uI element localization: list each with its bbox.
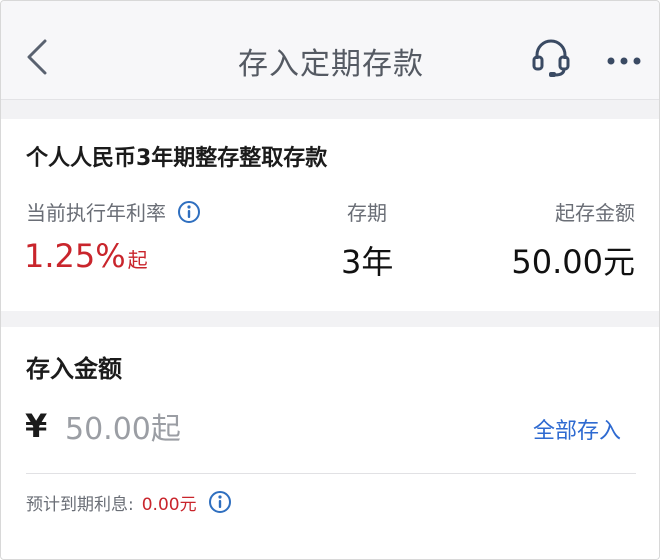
interest-label: 预计到期利息:: [26, 494, 134, 515]
deposit-card: 存入金额 ¥ 全部存入 预计到期利息: 0.00元: [1, 327, 659, 559]
amount-input[interactable]: [65, 407, 465, 451]
rate-value: 1.25% 起: [24, 237, 148, 275]
nav-header: 存入定期存款: [1, 1, 659, 100]
info-icon[interactable]: [207, 489, 233, 515]
divider: [26, 473, 636, 474]
term-value: 3年: [341, 243, 394, 281]
deposit-all-button[interactable]: 全部存入: [533, 413, 621, 445]
currency-symbol: ¥: [25, 407, 48, 445]
deposit-title: 存入金额: [26, 355, 122, 383]
term-label: 存期: [347, 201, 387, 225]
product-card: 个人人民币3年期整存整取存款 当前执行年利率 存期 起存金额 1.25% 起 3…: [1, 119, 659, 311]
min-amount-value: 50.00元: [511, 243, 635, 281]
min-amount-label: 起存金额: [555, 201, 635, 225]
rate-number: 1.25%: [24, 237, 126, 275]
interest-row: 预计到期利息: 0.00元: [26, 489, 233, 515]
rate-suffix: 起: [127, 248, 148, 272]
app-screen: 存入定期存款 个人人民币3年期整存整取存款 当前执行年利率 存期 起存金额 1.…: [0, 0, 660, 560]
more-button[interactable]: [601, 43, 647, 77]
headset-icon: [531, 37, 571, 83]
customer-service-button[interactable]: [528, 37, 574, 83]
interest-value: 0.00元: [141, 494, 197, 515]
more-dots-icon: [606, 51, 642, 70]
rate-label-row: 当前执行年利率: [26, 197, 202, 226]
info-icon[interactable]: [176, 199, 202, 225]
product-name: 个人人民币3年期整存整取存款: [26, 146, 328, 171]
rate-label: 当前执行年利率: [26, 201, 166, 225]
